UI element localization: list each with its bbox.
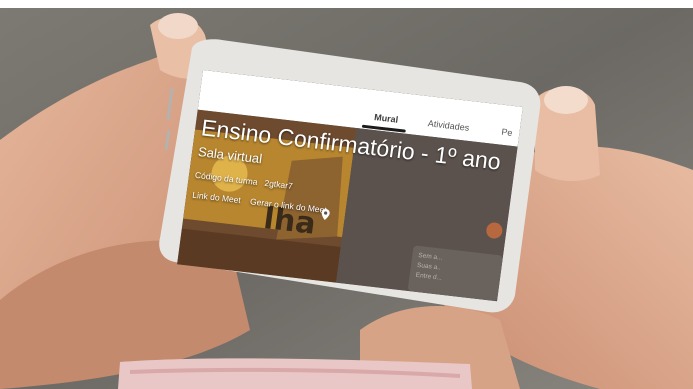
tab-pessoas[interactable]: Pe: [501, 127, 513, 138]
location-pin-icon: [321, 209, 330, 220]
phone-screen: Mural Atividades Pe lha Ensino Confirmat…: [177, 70, 523, 302]
photo-scene: Mural Atividades Pe lha Ensino Confirmat…: [0, 0, 693, 389]
